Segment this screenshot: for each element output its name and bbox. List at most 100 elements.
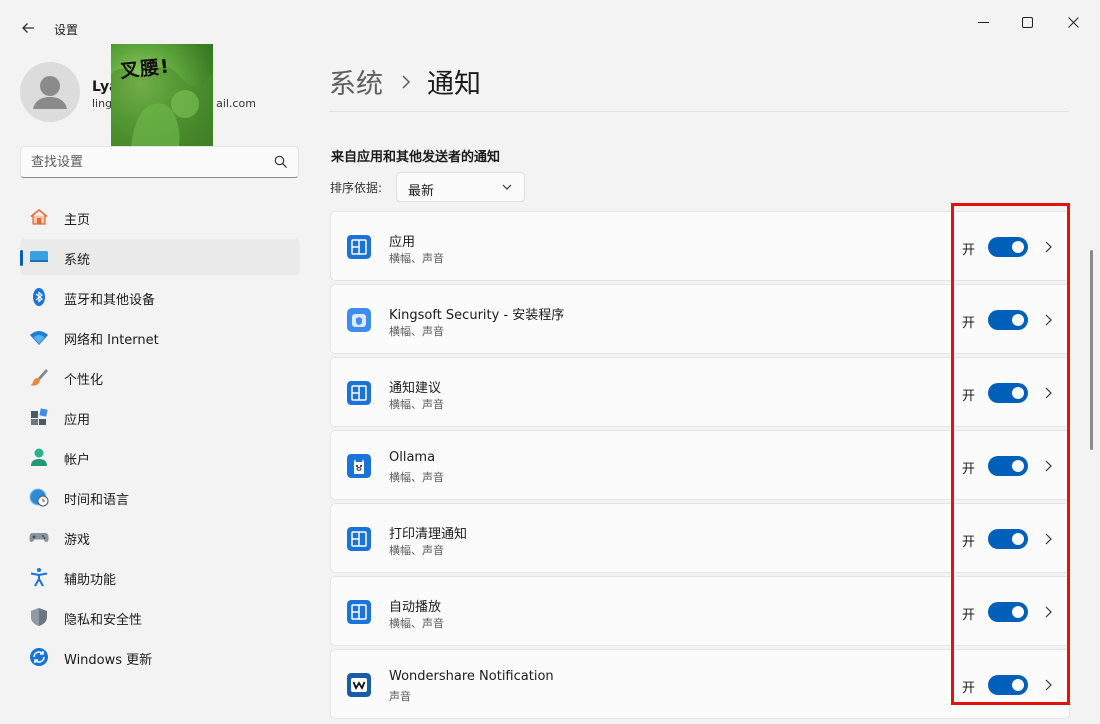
avatar[interactable] xyxy=(20,62,80,122)
gamepad-icon xyxy=(29,533,49,542)
list-item[interactable]: Wondershare Notification 声音 开 xyxy=(330,649,1070,719)
close-button[interactable] xyxy=(1050,8,1096,36)
list-item[interactable]: Ollama 横幅、声音 开 xyxy=(330,430,1070,500)
sort-label: 排序依据: xyxy=(330,181,383,195)
toggle-state-label: 开 xyxy=(962,462,976,477)
maximize-button[interactable] xyxy=(1004,8,1050,36)
toggle-state-label: 开 xyxy=(962,243,976,258)
chevron-right-icon xyxy=(402,74,411,89)
chevron-right-icon[interactable] xyxy=(1043,459,1053,473)
app-name: 打印清理通知 xyxy=(389,527,468,542)
chevron-right-icon[interactable] xyxy=(1043,605,1053,619)
scrollbar[interactable] xyxy=(1090,250,1093,450)
notification-toggle[interactable] xyxy=(988,529,1028,549)
breadcrumb: 系统 通知 xyxy=(329,62,481,101)
update-icon xyxy=(30,648,48,666)
app-tile-icon xyxy=(347,600,371,624)
chevron-right-icon[interactable] xyxy=(1043,386,1053,400)
toggle-knob xyxy=(1012,679,1024,691)
chevron-right-icon[interactable] xyxy=(1043,532,1053,546)
toggle-knob xyxy=(1012,241,1024,253)
toggle-knob xyxy=(1012,533,1024,545)
sticker-text: 叉腰! xyxy=(119,55,171,83)
minimize-button[interactable] xyxy=(960,8,1006,36)
notification-toggle[interactable] xyxy=(988,310,1028,330)
toggle-knob xyxy=(1012,387,1024,399)
ollama-icon xyxy=(347,454,371,478)
app-subtitle: 横幅、声音 xyxy=(389,325,444,338)
notification-toggle[interactable] xyxy=(988,602,1028,622)
sidebar-item-windows-update[interactable]: Windows 更新 xyxy=(20,639,300,675)
app-name: 自动播放 xyxy=(389,600,442,615)
sort-dropdown[interactable]: 最新 xyxy=(396,172,525,202)
search-input[interactable] xyxy=(31,153,261,171)
sidebar-item-accessibility[interactable]: 辅助功能 xyxy=(20,559,300,595)
sidebar-item-apps[interactable]: 应用 xyxy=(20,399,300,435)
app-name: Kingsoft Security - 安装程序 xyxy=(389,308,565,323)
arrow-left-icon xyxy=(22,23,34,33)
person-icon xyxy=(33,76,67,109)
app-tile-icon xyxy=(347,235,371,259)
apps-icon xyxy=(31,408,48,425)
app-subtitle: 横幅、声音 xyxy=(389,617,444,630)
notification-toggle[interactable] xyxy=(988,456,1028,476)
toggle-state-label: 开 xyxy=(962,535,976,550)
header-divider xyxy=(329,111,1069,112)
toggle-state-label: 开 xyxy=(962,316,976,331)
list-item[interactable]: Kingsoft Security - 安装程序 横幅、声音 开 xyxy=(330,284,1070,354)
app-subtitle: 横幅、声音 xyxy=(389,398,444,411)
search-box[interactable] xyxy=(20,146,299,178)
breadcrumb-parent[interactable]: 系统 xyxy=(329,62,383,101)
notification-toggle[interactable] xyxy=(988,383,1028,403)
search-icon[interactable] xyxy=(274,155,288,169)
chevron-right-icon[interactable] xyxy=(1043,678,1053,692)
wondershare-icon xyxy=(347,673,371,697)
app-subtitle: 横幅、声音 xyxy=(389,544,444,557)
toggle-state-label: 开 xyxy=(962,389,976,404)
app-subtitle: 声音 xyxy=(389,690,411,703)
home-icon xyxy=(30,208,48,225)
list-item[interactable]: 自动播放 横幅、声音 开 xyxy=(330,576,1070,646)
toggle-state-label: 开 xyxy=(962,681,976,696)
list-item[interactable]: 应用 横幅、声音 开 xyxy=(330,211,1070,281)
bluetooth-icon xyxy=(33,288,45,306)
toggle-knob xyxy=(1012,314,1024,326)
sidebar-item-network[interactable]: 网络和 Internet xyxy=(20,319,300,355)
accessibility-icon xyxy=(30,568,48,587)
chevron-right-icon[interactable] xyxy=(1043,240,1053,254)
sidebar-item-home[interactable]: 主页 xyxy=(20,199,300,235)
chevron-right-icon[interactable] xyxy=(1043,313,1053,327)
page-title: 通知 xyxy=(427,69,481,100)
toggle-knob xyxy=(1012,606,1024,618)
notification-toggle[interactable] xyxy=(988,237,1028,257)
title-bar: 设置 xyxy=(0,0,1100,44)
app-name: Wondershare Notification xyxy=(389,669,554,684)
sidebar-item-time-language[interactable]: 时间和语言 xyxy=(20,479,300,515)
sidebar-item-system[interactable]: 系统 xyxy=(20,239,300,275)
sidebar-item-bluetooth[interactable]: 蓝牙和其他设备 xyxy=(20,279,300,315)
toggle-knob xyxy=(1012,460,1024,472)
sidebar-item-gaming[interactable]: 游戏 xyxy=(20,519,300,555)
kingsoft-security-icon xyxy=(347,308,371,332)
sidebar-item-personalization[interactable]: 个性化 xyxy=(20,359,300,395)
section-title: 来自应用和其他发送者的通知 xyxy=(331,150,501,165)
paintbrush-icon xyxy=(30,369,48,386)
close-icon xyxy=(1067,16,1079,28)
notification-toggle[interactable] xyxy=(988,675,1028,695)
app-subtitle: 横幅、声音 xyxy=(389,471,444,484)
globe-clock-icon xyxy=(29,488,49,507)
sticker-image: 叉腰! xyxy=(111,44,213,146)
app-subtitle: 横幅、声音 xyxy=(389,252,444,265)
back-button[interactable] xyxy=(16,16,40,40)
maximize-icon xyxy=(1021,16,1033,28)
chevron-down-icon xyxy=(502,184,512,190)
sidebar-item-accounts[interactable]: 帐户 xyxy=(20,439,300,475)
list-item[interactable]: 打印清理通知 横幅、声音 开 xyxy=(330,503,1070,573)
sidebar-item-privacy[interactable]: 隐私和安全性 xyxy=(20,599,300,635)
app-title: 设置 xyxy=(54,23,79,37)
toggle-state-label: 开 xyxy=(962,608,976,623)
list-item[interactable]: 通知建议 横幅、声音 开 xyxy=(330,357,1070,427)
account-icon xyxy=(31,448,47,466)
app-tile-icon xyxy=(347,527,371,551)
app-tile-icon xyxy=(347,381,371,405)
